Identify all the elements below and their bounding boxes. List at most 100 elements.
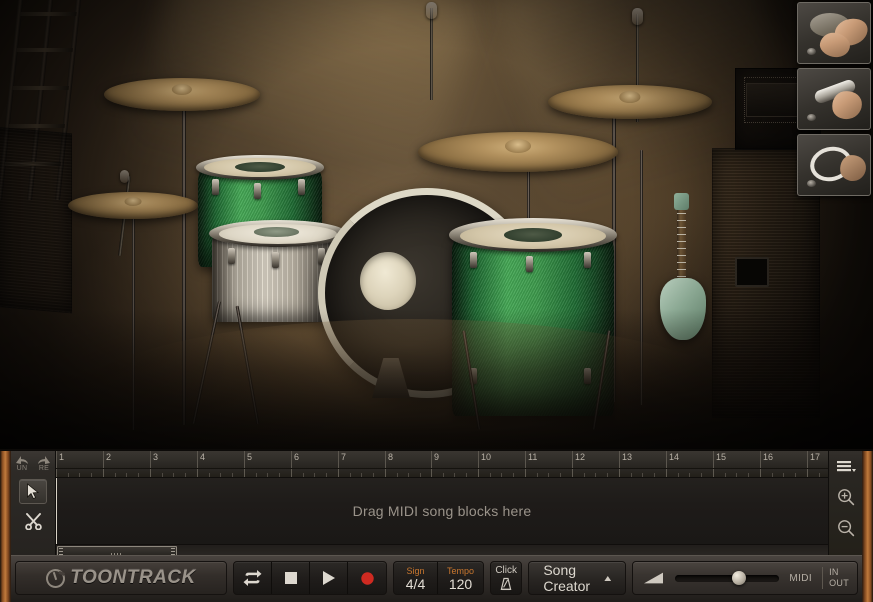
ruler-subtick [326,473,327,477]
pointer-tool-button[interactable] [19,479,47,504]
ruler-bar-number: 2 [106,452,112,462]
song-creator-label: Song Creator [543,562,591,594]
floor-object [807,114,816,121]
scissors-tool-button[interactable] [19,509,47,534]
scroll-grip-right[interactable] [171,548,175,555]
track-canvas[interactable]: Drag MIDI song blocks here [56,478,828,544]
editor-menu-button[interactable] [835,455,857,477]
playhead[interactable] [56,478,57,544]
ruler-subtick [795,473,796,477]
midi-in-out-indicators: IN OUT [822,567,849,589]
transport-bar: TOONTRACK Sign 4/4 Tempo 120 Click Song … [11,555,862,600]
time-settings-group: Sign 4/4 Tempo 120 [393,561,485,595]
ruler-subtick [772,473,773,477]
undo-label: UN [16,465,28,472]
output-group: MIDI IN OUT [632,561,858,595]
ruler-subtick [103,469,104,477]
ruler-subtick [760,469,761,477]
volume-track [675,575,780,582]
midi-out-label: OUT [829,578,849,588]
zoom-out-button[interactable] [835,517,857,539]
percussion-thumb-3[interactable] [797,134,871,196]
percussion-thumb-2[interactable] [797,68,871,130]
crash-cymbal-right [548,85,712,119]
play-button[interactable] [310,562,348,594]
ruler-subtick [713,469,714,477]
ruler-subtick [548,473,549,477]
ruler-bar-number: 15 [716,452,727,462]
click-metronome-button[interactable]: Click [490,561,523,595]
ruler-subtick [244,469,245,477]
stop-button[interactable] [272,562,310,594]
crash-cymbal-left [104,78,260,111]
ruler-bar-number: 5 [247,452,253,462]
ruler-subtick [173,473,174,477]
ruler-subtick [314,473,315,477]
zoom-in-icon [837,489,854,506]
ruler-subtick [537,473,538,477]
percussion-thumb-1[interactable] [797,2,871,64]
time-signature-value: 4/4 [405,576,426,592]
ruler-subtick [454,473,455,477]
ruler-subtick [466,473,467,477]
ruler-subtick [232,473,233,477]
mic [120,170,129,183]
redo-button[interactable]: RE [34,454,54,472]
ruler-subtick [420,473,421,477]
ruler-subtick [584,473,585,477]
floor-object [807,48,816,55]
undo-button[interactable]: UN [12,454,32,472]
ruler-subtick [138,473,139,477]
ruler-subtick [267,473,268,477]
record-button[interactable] [348,562,386,594]
ruler-subtick [736,473,737,477]
ruler-subtick [408,473,409,477]
song-creator-button[interactable]: Song Creator [528,561,627,595]
midi-in-label: IN [829,567,839,577]
volume-knob[interactable] [732,571,747,585]
ruler-bar-number: 6 [294,452,300,462]
ruler-bar-number: 9 [434,452,440,462]
zoom-in-button[interactable] [835,486,857,508]
tempo-value: 120 [448,576,473,592]
ruler-subtick [220,473,221,477]
ruler-bar-number: 3 [153,452,159,462]
timeline-subticks [56,469,828,478]
ruler-subtick [678,473,679,477]
ruler-subtick [748,473,749,477]
ruler-subtick [642,473,643,477]
ruler-subtick [350,473,351,477]
ruler-bar-number: 4 [200,452,206,462]
tempo-field[interactable]: Tempo 120 [438,562,483,594]
ruler-subtick [162,473,163,477]
toontrack-mark-icon [43,566,68,590]
ruler-bar-number: 16 [763,452,774,462]
transport-buttons [233,561,387,595]
volume-slider[interactable] [675,571,780,585]
ruler-subtick [560,473,561,477]
loop-button[interactable] [234,562,272,594]
ruler-subtick [431,469,432,477]
ruler-subtick [126,473,127,477]
ruler-bar-number: 8 [388,452,394,462]
ruler-subtick [256,473,257,477]
ruler-subtick [689,473,690,477]
ruler-bar-number: 1 [59,452,65,462]
ruler-bar-number: 13 [622,452,633,462]
ruler-subtick [819,473,820,477]
ruler-subtick [607,473,608,477]
scroll-grip-left[interactable] [59,548,63,555]
timeline-ruler[interactable]: 1 2 3 4 5 6 7 8 9 10 11 12 13 14 15 16 17 [56,451,828,469]
frame-edge-left [0,451,11,602]
toontrack-wordmark: TOONTRACK [70,567,196,588]
redo-label: RE [38,465,50,472]
time-signature-field[interactable]: Sign 4/4 [394,562,438,594]
ruler-subtick [525,469,526,477]
song-track-editor: UN RE 1 2 3 4 5 6 7 8 9 10 11 12 13 14 1… [11,451,862,557]
ruler-subtick [338,469,339,477]
ruler-subtick [373,473,374,477]
ruler-subtick [654,473,655,477]
ezdrummer-window: UN RE 1 2 3 4 5 6 7 8 9 10 11 12 13 14 1… [0,0,873,602]
ruler-bar-number: 12 [575,452,586,462]
ruler-subtick [197,469,198,477]
